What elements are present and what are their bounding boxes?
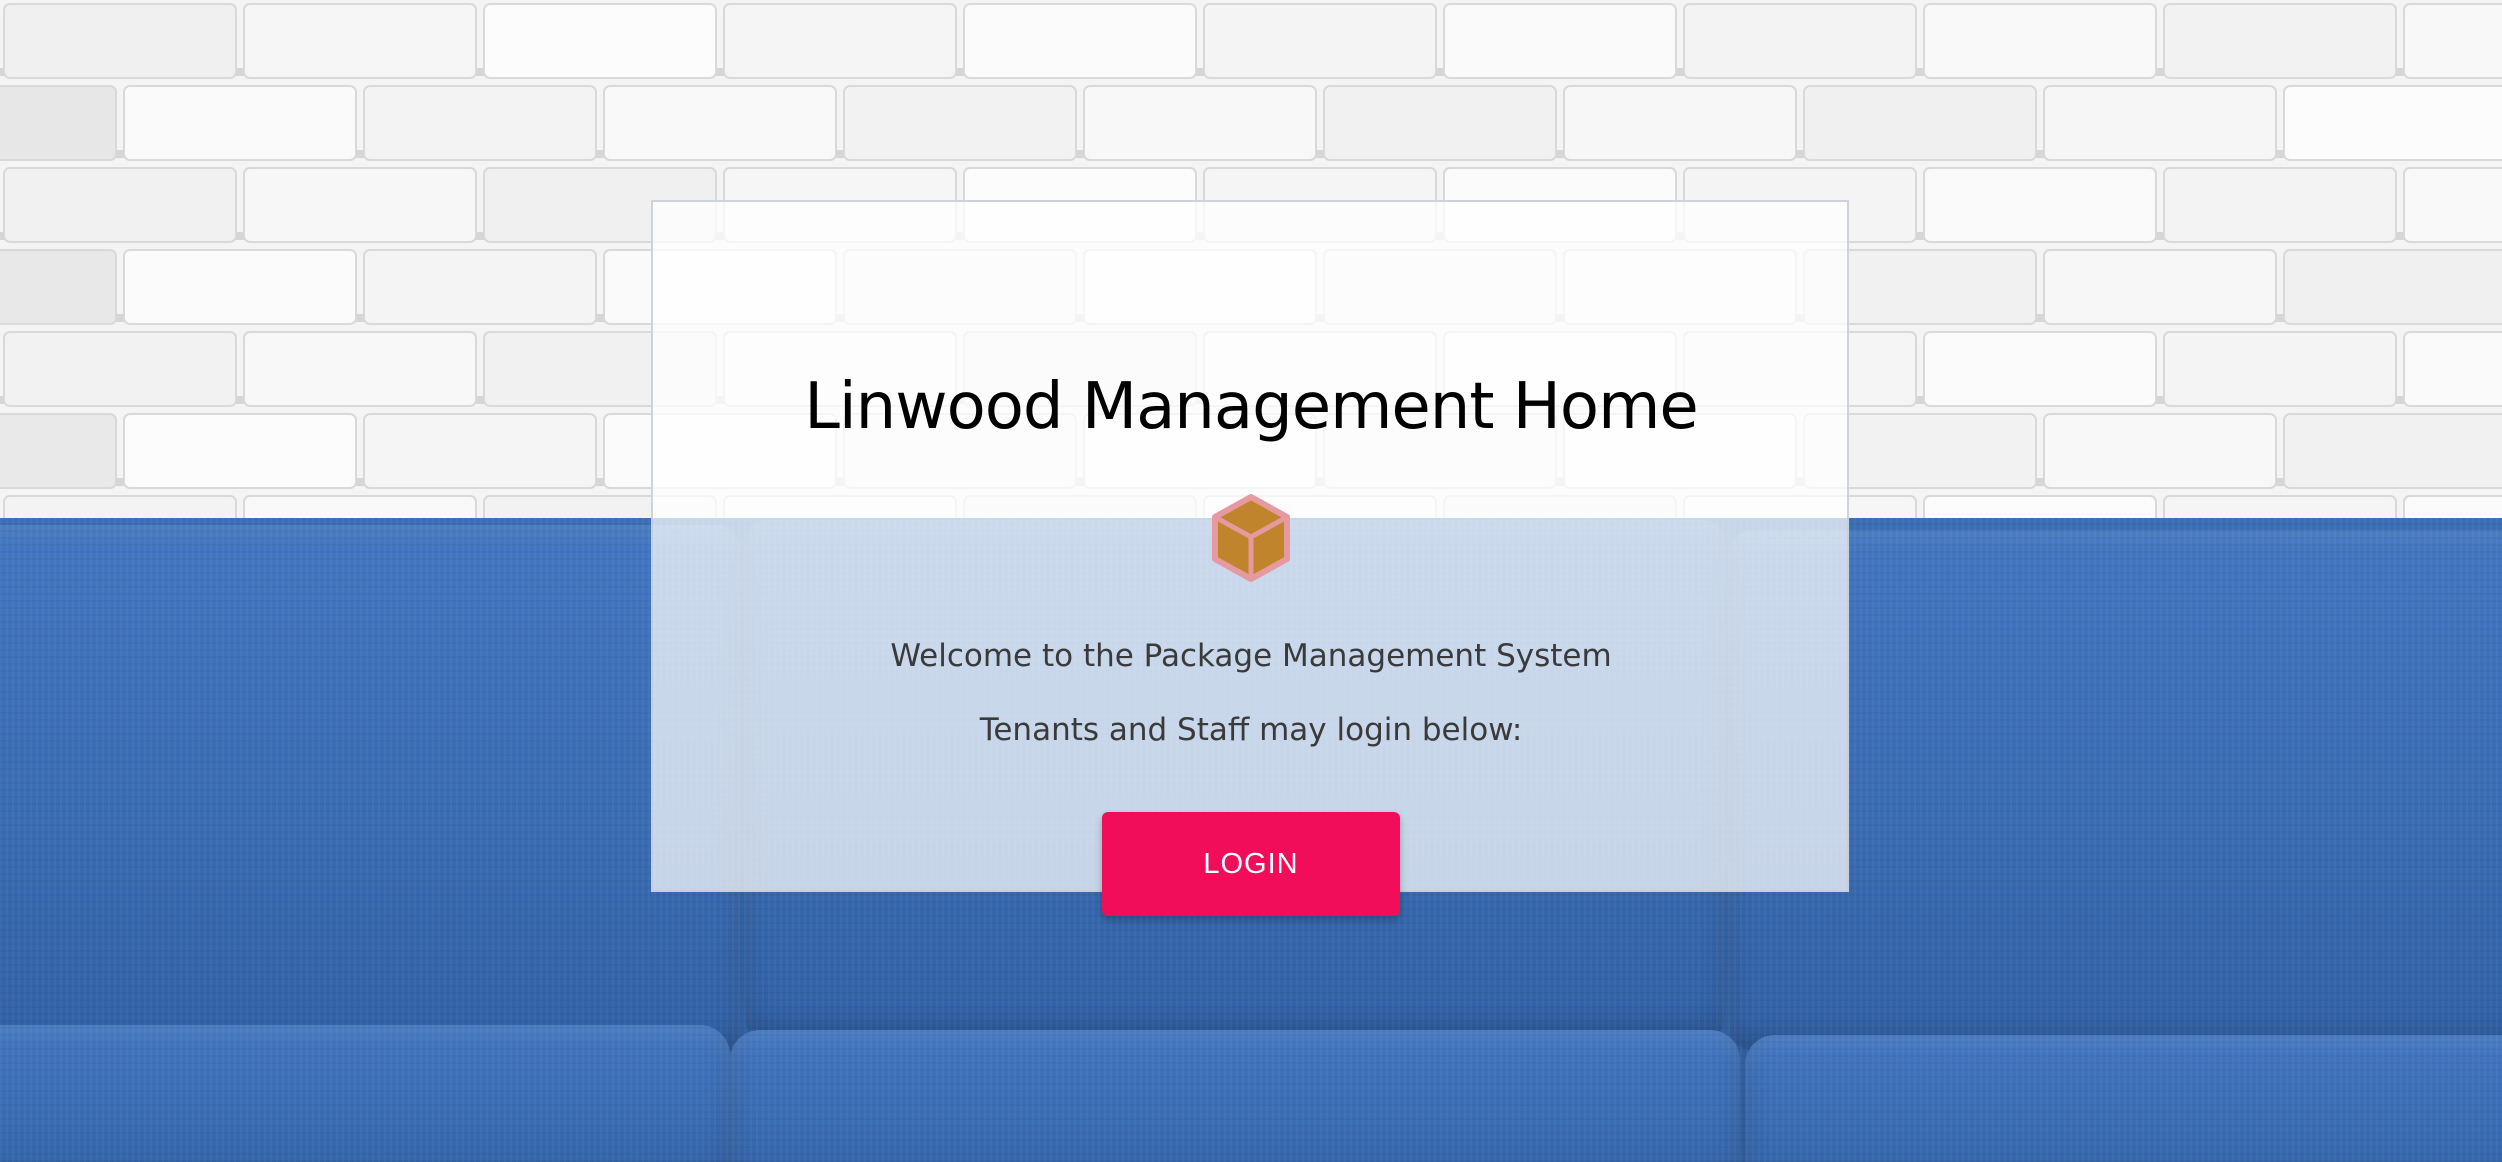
brick [843, 85, 1077, 161]
brick [723, 3, 957, 79]
sofa-seat-cushion-right [1745, 1035, 2502, 1162]
brick [363, 85, 597, 161]
brick [0, 249, 117, 325]
page: Linwood Management Home Welcome to the P… [0, 0, 2502, 1162]
brick [1203, 3, 1437, 79]
brick [2283, 85, 2502, 161]
brick [483, 3, 717, 79]
brick [1923, 167, 2157, 243]
brick [1443, 3, 1677, 79]
brick [1323, 85, 1557, 161]
brick [2043, 249, 2277, 325]
brick [0, 85, 117, 161]
brick [2403, 3, 2502, 79]
login-instructions: Tenants and Staff may login below: [979, 712, 1523, 748]
brick [603, 85, 837, 161]
sofa-back-cushion-left [0, 525, 740, 1055]
package-box-icon [1212, 494, 1290, 582]
brick [3, 3, 237, 79]
brick [243, 167, 477, 243]
brick [2043, 85, 2277, 161]
brick [363, 249, 597, 325]
login-button[interactable]: LOGIN [1102, 812, 1400, 916]
brick [2163, 167, 2397, 243]
sofa-seat-cushion-left [0, 1025, 730, 1162]
brick [1923, 3, 2157, 79]
brick [1683, 3, 1917, 79]
brick [963, 3, 1197, 79]
brick [2403, 167, 2502, 243]
brick [123, 249, 357, 325]
brick [123, 85, 357, 161]
brick [243, 3, 477, 79]
sofa-seat-cushion-middle [730, 1030, 1740, 1162]
brick [3, 167, 237, 243]
brick [1803, 85, 2037, 161]
brick [2283, 249, 2502, 325]
brick [2163, 3, 2397, 79]
page-title: Linwood Management Home [804, 370, 1699, 444]
brick [1083, 85, 1317, 161]
welcome-text: Welcome to the Package Management System [890, 638, 1612, 674]
brick [1563, 85, 1797, 161]
